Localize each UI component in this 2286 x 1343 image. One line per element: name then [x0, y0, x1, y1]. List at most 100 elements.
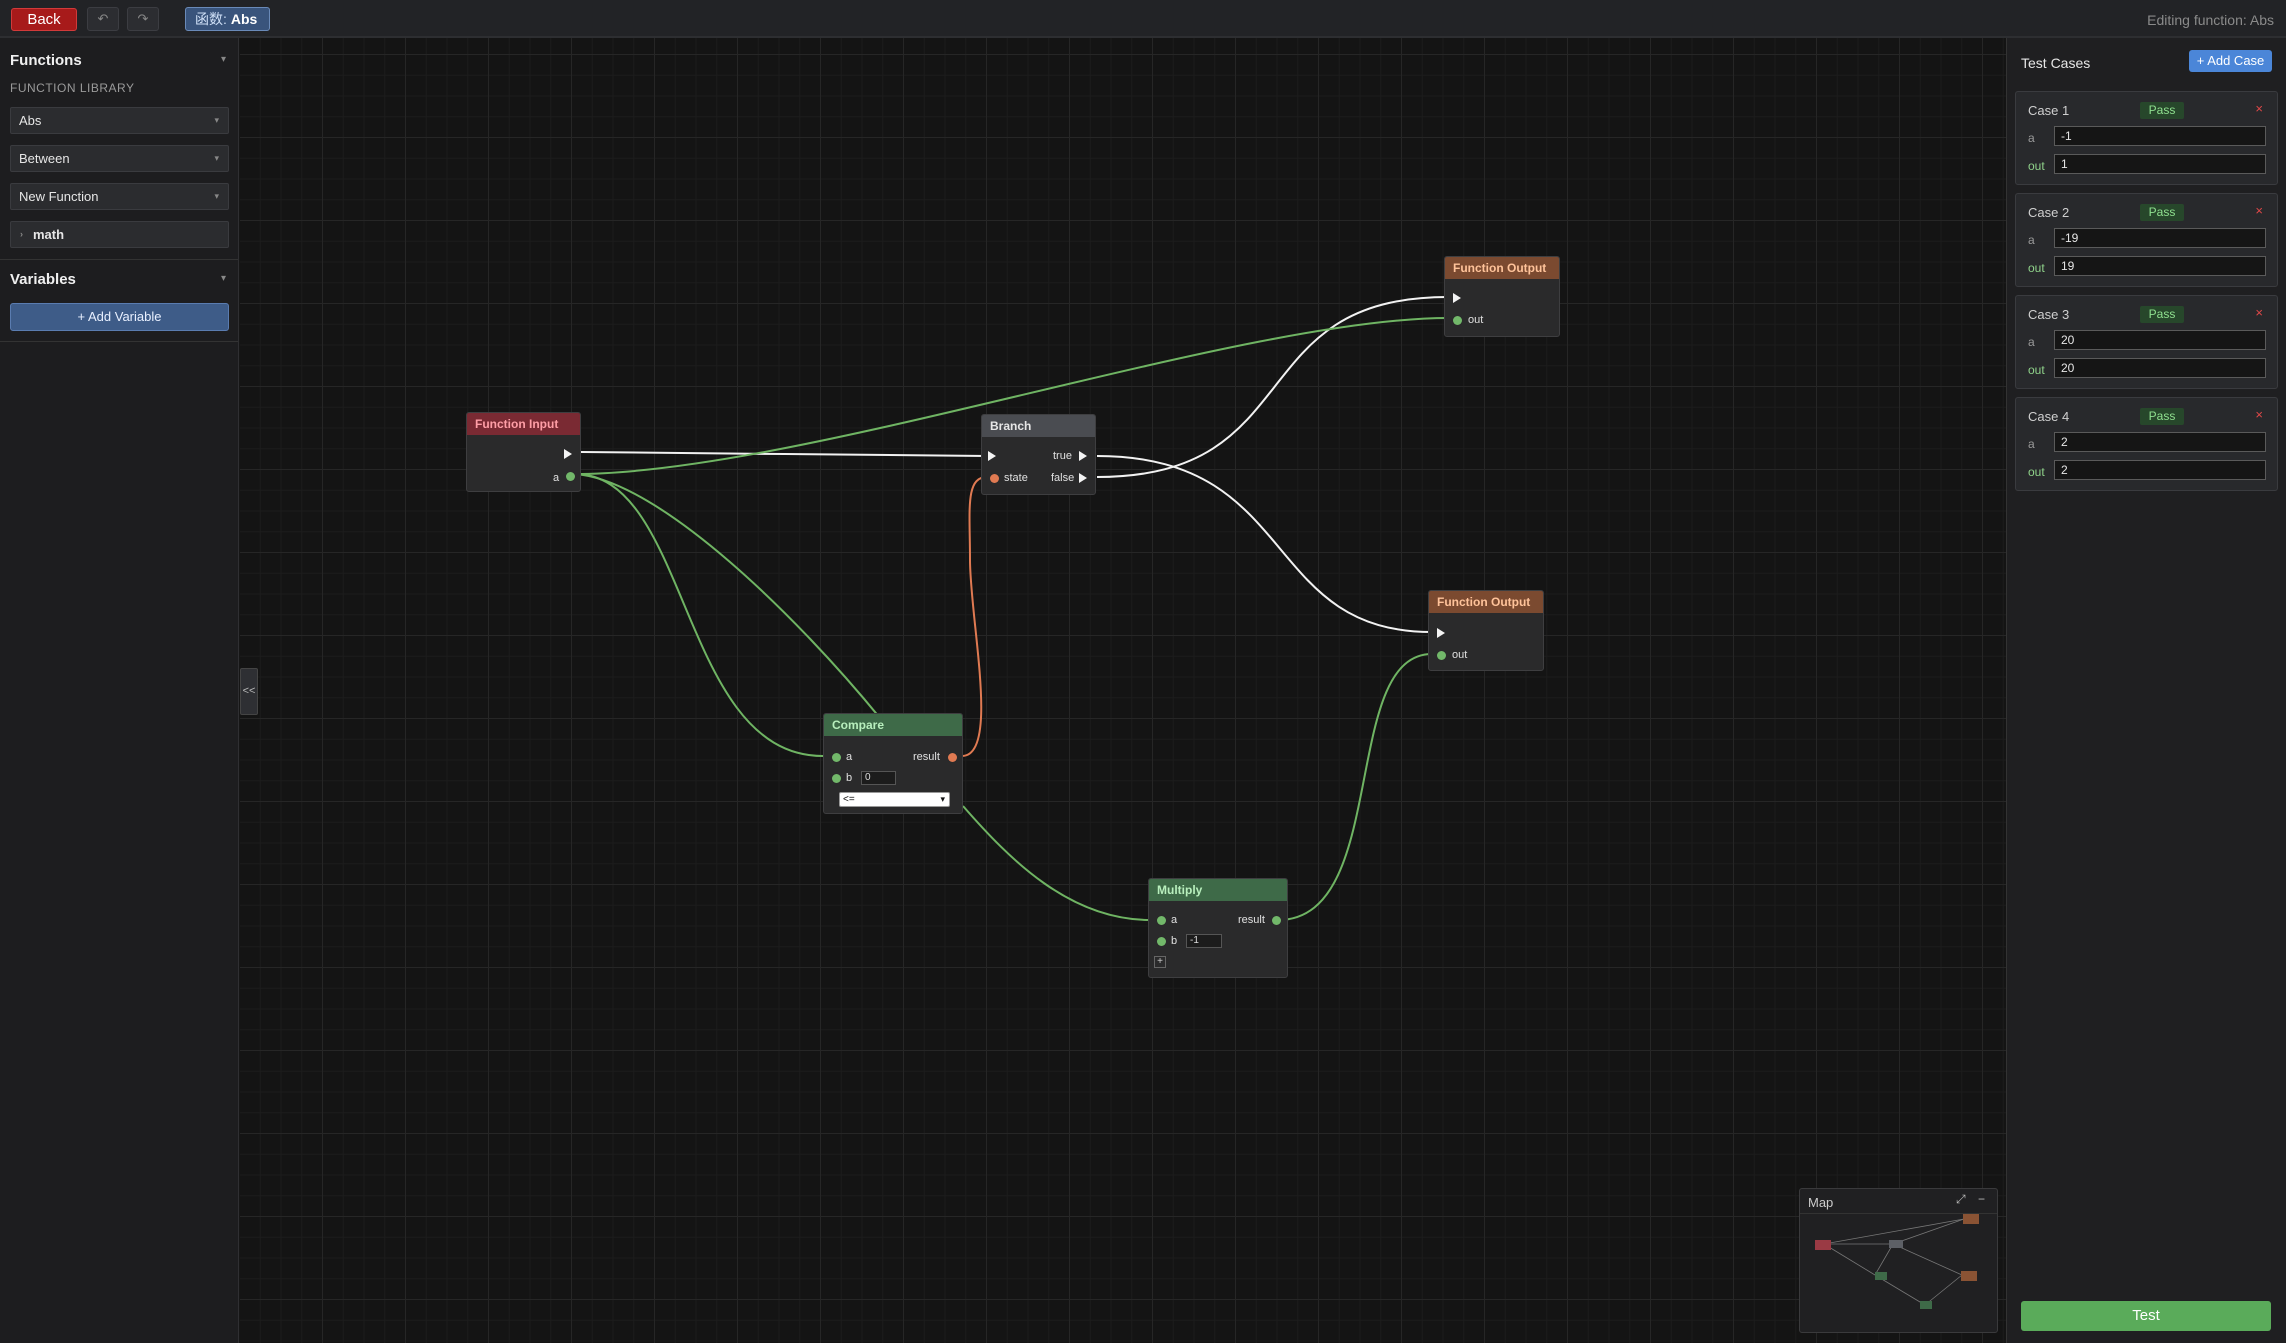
case-output-field[interactable]: 2: [2054, 460, 2266, 480]
minimize-icon[interactable]: −: [1978, 1192, 1985, 1206]
redo-button[interactable]: ↷: [127, 7, 159, 31]
folder-chevron-icon: ›: [20, 229, 23, 239]
minimap-node-input: [1815, 1240, 1831, 1250]
case-input-a-field[interactable]: -1: [2054, 126, 2266, 146]
case-input-label: a: [2028, 131, 2035, 145]
close-icon[interactable]: ×: [2255, 305, 2263, 320]
multiply-b-input[interactable]: -1: [1186, 934, 1222, 948]
node-function-output-top[interactable]: Function Output out: [1444, 256, 1560, 337]
compare-operator-select[interactable]: <= ▾: [839, 792, 950, 807]
bool-in-pin-state[interactable]: [990, 474, 999, 483]
compare-b-input[interactable]: 0: [861, 771, 896, 785]
close-icon[interactable]: ×: [2255, 203, 2263, 218]
library-item-abs[interactable]: Abs ▾: [10, 107, 229, 134]
library-item-between[interactable]: Between ▾: [10, 145, 229, 172]
exec-in-pin[interactable]: [1437, 628, 1445, 638]
add-variable-button[interactable]: + Add Variable: [10, 303, 229, 331]
sidebar-collapse-button[interactable]: <<: [240, 668, 258, 715]
pin-label-result: result: [1238, 914, 1265, 926]
chevron-down-icon[interactable]: ▾: [214, 108, 219, 133]
function-chip-prefix: 函数:: [195, 11, 227, 27]
case-output-field[interactable]: 1: [2054, 154, 2266, 174]
exec-out-pin-true[interactable]: [1079, 451, 1087, 461]
pin-label-state: state: [1004, 472, 1028, 484]
close-icon[interactable]: ×: [2255, 407, 2263, 422]
node-title: Compare: [824, 714, 962, 736]
data-out-pin-a[interactable]: [566, 472, 575, 481]
pin-label-b: b: [846, 772, 853, 784]
data-in-pin-out[interactable]: [1453, 316, 1462, 325]
bool-out-pin-result[interactable]: [948, 753, 957, 762]
case-output-field[interactable]: 20: [2054, 358, 2266, 378]
node-title: Function Output: [1445, 257, 1559, 279]
pin-label-b: b: [1171, 935, 1178, 947]
case-input-a-field[interactable]: -19: [2054, 228, 2266, 248]
node-title: Branch: [982, 415, 1095, 437]
chevron-down-icon[interactable]: ▾: [214, 184, 219, 209]
minimap[interactable]: Map ⤢ −: [1799, 1188, 1998, 1333]
minimap-node-branch: [1889, 1240, 1903, 1248]
pin-label-out: out: [1468, 314, 1484, 326]
minimap-node-compare: [1875, 1272, 1887, 1280]
minimap-title: Map: [1808, 1195, 1834, 1210]
case-name: Case 4: [2028, 409, 2070, 424]
data-in-pin-out[interactable]: [1437, 651, 1446, 660]
function-chip[interactable]: 函数: Abs: [185, 7, 270, 31]
library-folder-math[interactable]: › math: [10, 221, 229, 248]
chevron-down-icon[interactable]: ▾: [214, 146, 219, 171]
data-in-pin-b[interactable]: [832, 774, 841, 783]
redo-icon: ↷: [137, 11, 149, 26]
case-output-label: out: [2028, 159, 2045, 173]
pin-label-result: result: [913, 751, 940, 763]
case-input-a-field[interactable]: 20: [2054, 330, 2266, 350]
test-button[interactable]: Test: [2021, 1301, 2271, 1331]
minimap-node-output: [1963, 1214, 1979, 1224]
exec-in-pin[interactable]: [988, 451, 996, 461]
data-in-pin-a[interactable]: [1157, 916, 1166, 925]
compare-operator-value: <=: [843, 794, 855, 805]
exec-in-pin[interactable]: [1453, 293, 1461, 303]
sidebar-divider: [0, 341, 238, 342]
pin-label-false: false: [1051, 472, 1075, 484]
pass-badge: Pass: [2140, 408, 2184, 425]
graph-canvas[interactable]: [240, 38, 2006, 1343]
functions-collapse-icon[interactable]: ▾: [221, 54, 226, 65]
case-output-field[interactable]: 19: [2054, 256, 2266, 276]
variables-heading: Variables: [10, 271, 76, 288]
top-bar: Back ↶ ↷ 函数: Abs Editing function: Abs: [0, 0, 2286, 38]
node-title: Function Input: [467, 413, 580, 435]
minimap-node-multiply: [1920, 1301, 1932, 1309]
pin-label-a: a: [553, 472, 560, 484]
back-button[interactable]: Back: [11, 8, 77, 31]
case-input-a-field[interactable]: 2: [2054, 432, 2266, 452]
data-out-pin-result[interactable]: [1272, 916, 1281, 925]
data-in-pin-a[interactable]: [832, 753, 841, 762]
case-name: Case 1: [2028, 103, 2070, 118]
close-icon[interactable]: ×: [2255, 101, 2263, 116]
add-pin-button[interactable]: +: [1154, 956, 1166, 968]
case-input-label: a: [2028, 335, 2035, 349]
node-function-output-bottom[interactable]: Function Output out: [1428, 590, 1544, 671]
variables-collapse-icon[interactable]: ▾: [221, 273, 226, 284]
library-item-new-function[interactable]: New Function ▾: [10, 183, 229, 210]
exec-out-pin-false[interactable]: [1079, 473, 1087, 483]
pin-label-true: true: [1053, 450, 1072, 462]
node-multiply[interactable]: Multiply a result b -1 +: [1148, 878, 1288, 978]
node-compare[interactable]: Compare a result b 0 <= ▾: [823, 713, 963, 814]
expand-icon[interactable]: ⤢: [1956, 1192, 1966, 1207]
test-case-card: Case 2 Pass × a -19 out 19: [2015, 193, 2278, 287]
pass-badge: Pass: [2140, 306, 2184, 323]
data-in-pin-b[interactable]: [1157, 937, 1166, 946]
minimap-node-output: [1961, 1271, 1977, 1281]
function-library-label: FUNCTION LIBRARY: [10, 81, 135, 95]
node-branch[interactable]: Branch true state false: [981, 414, 1096, 495]
undo-button[interactable]: ↶: [87, 7, 119, 31]
chevron-down-icon: ▾: [940, 794, 945, 804]
case-output-label: out: [2028, 465, 2045, 479]
node-function-input[interactable]: Function Input a: [466, 412, 581, 492]
test-case-card: Case 4 Pass × a 2 out 2: [2015, 397, 2278, 491]
sidebar: Functions ▾ FUNCTION LIBRARY Abs ▾ Betwee…: [0, 38, 239, 1343]
exec-out-pin[interactable]: [564, 449, 572, 459]
pin-label-out: out: [1452, 649, 1468, 661]
add-case-button[interactable]: + Add Case: [2189, 50, 2272, 72]
